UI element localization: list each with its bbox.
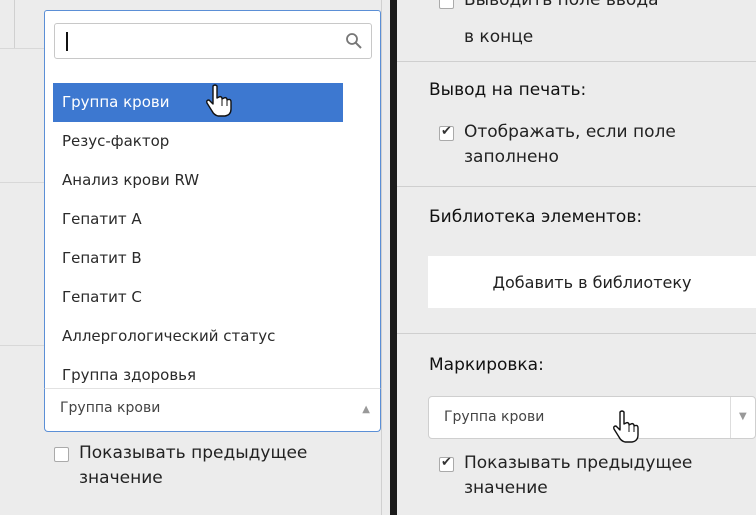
marking-section-title: Маркировка: [429,355,544,375]
print-section-title: Вывод на печать: [429,80,587,100]
section-divider [397,186,756,187]
dropdown-option[interactable]: Группа крови [53,83,343,122]
background-edge [381,0,382,515]
show-previous-label: Показывать предыдущее [79,443,308,463]
dropdown-option-list: Группа крови Резус-фактор Анализ крови R… [53,83,343,395]
dropdown-option[interactable]: Гепатит C [53,278,343,317]
marking-select[interactable]: Группа крови ▼ [428,396,756,439]
hand-pointer-icon [613,410,639,443]
combo-select-field[interactable]: Группа крови ▲ [44,388,381,432]
dropdown-option[interactable]: Резус-фактор [53,122,343,161]
add-to-library-button[interactable]: Добавить в библиотеку [428,256,756,308]
hand-pointer-icon [206,84,232,117]
input-at-end-label: Выводить поле ввода [464,0,659,10]
marking-show-previous-label-cont: значение [464,478,548,498]
combo-dropdown-popup: Группа крови Резус-фактор Анализ крови R… [44,10,415,397]
library-section-title: Библиотека элементов: [429,207,643,227]
marking-selected-value: Группа крови [444,409,545,425]
show-if-filled-checkbox[interactable] [439,124,454,141]
marking-dropdown-button[interactable]: ▼ [730,397,756,438]
combo-selected-value: Группа крови [60,400,161,416]
show-if-filled-label: Отображать, если поле [464,122,676,142]
background-edge [14,0,15,48]
section-divider [397,333,756,334]
background-divider [0,345,44,346]
section-divider [397,61,756,62]
show-previous-label-cont: значение [79,468,163,488]
dropdown-option[interactable]: Аллергологический статус [53,317,343,356]
marking-show-previous-checkbox[interactable] [439,455,454,472]
dropdown-option[interactable]: Гепатит B [53,239,343,278]
dropdown-search-input[interactable] [54,23,372,59]
input-at-end-checkbox[interactable] [439,0,454,9]
background-divider [0,48,44,49]
splitter-handle[interactable] [390,0,397,515]
dropdown-option[interactable]: Анализ крови RW [53,161,343,200]
marking-show-previous-label: Показывать предыдущее [464,453,693,473]
chevron-up-icon[interactable]: ▲ [362,404,370,415]
input-at-end-label-cont: в конце [464,27,534,47]
right-panel: Выводить поле ввода в конце Вывод на печ… [397,0,756,515]
chevron-down-icon: ▼ [739,411,747,422]
dropdown-option[interactable]: Гепатит A [53,200,343,239]
background-divider [0,182,44,183]
left-panel: Группа крови Резус-фактор Анализ крови R… [0,0,415,515]
search-icon[interactable] [345,32,363,50]
show-if-filled-label-cont: заполнено [464,147,559,167]
show-previous-checkbox[interactable] [54,447,69,462]
text-caret [66,32,68,51]
